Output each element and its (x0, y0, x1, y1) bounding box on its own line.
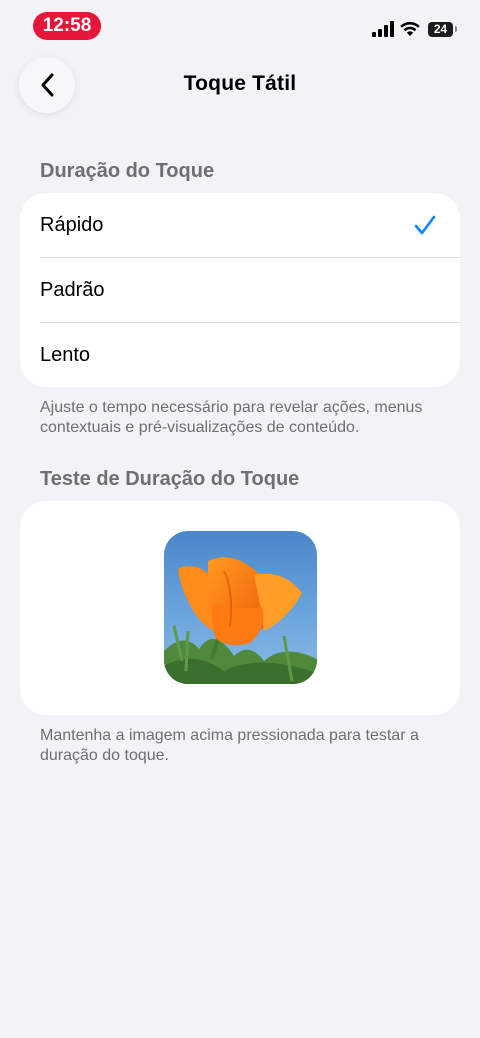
status-time: 12:58 (33, 12, 101, 40)
option-label: Padrão (40, 279, 105, 301)
status-bar: 12:58 24 (0, 0, 480, 52)
wifi-icon (400, 21, 420, 36)
option-lento[interactable]: Lento (20, 323, 460, 388)
battery-level: 24 (428, 22, 453, 37)
option-label: Rápido (40, 214, 104, 236)
duration-section-header: Duração do Toque (40, 160, 215, 182)
battery-tip (455, 26, 457, 32)
page-title: Toque Tátil (183, 72, 297, 95)
option-padrao[interactable]: Padrão (20, 258, 460, 323)
test-footnote: Mantenha a imagem acima pressionada para… (40, 727, 419, 764)
duration-footnote: Ajuste o tempo necessário para revelar a… (40, 399, 423, 436)
cellular-signal-icon (372, 21, 394, 37)
duration-options-card: Rápido Padrão Lento (20, 193, 460, 387)
checkmark-icon (414, 215, 436, 235)
option-rapido[interactable]: Rápido (20, 193, 460, 258)
poppy-flower-image[interactable] (164, 531, 317, 684)
test-image-card (20, 501, 460, 715)
option-label: Lento (40, 344, 91, 366)
flower-image-icon (164, 531, 317, 684)
test-section-header: Teste de Duração do Toque (40, 468, 300, 490)
